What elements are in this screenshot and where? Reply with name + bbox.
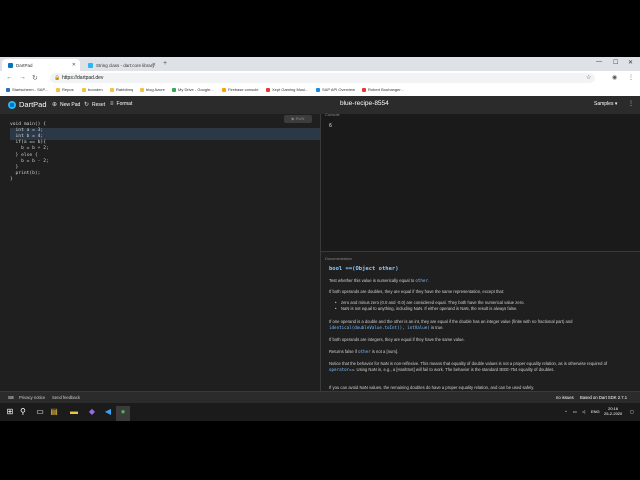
code-text[interactable]: void main() { int a = 3; int b = 4; if(a… xyxy=(10,116,320,183)
code-line: if(a == b){ xyxy=(10,140,46,146)
browser-tab-strip: DartPad ✕ String class - dart:core libra… xyxy=(0,57,640,71)
samples-dropdown[interactable]: Samples ▾ xyxy=(594,101,617,107)
dartpad-logo-icon xyxy=(8,101,16,109)
bookmark-item[interactable]: Rabbitmq xyxy=(110,87,133,92)
notifications-icon[interactable]: ▢ xyxy=(630,409,634,414)
back-icon[interactable]: ← xyxy=(6,74,13,81)
bookmark-item[interactable]: Repos xyxy=(56,87,74,92)
format-icon: ≡ xyxy=(110,101,114,107)
clock-date: 25-2-2020 xyxy=(604,411,623,416)
tray-arrow-icon[interactable]: ^ xyxy=(565,409,567,414)
tab-string-class[interactable]: String class - dart:core library - Dart … xyxy=(82,59,160,71)
file-explorer-icon[interactable]: ▬ xyxy=(68,406,80,418)
visual-studio-icon[interactable]: ◆ xyxy=(86,406,98,418)
documentation-label: Documentation xyxy=(325,256,352,261)
chrome-icon[interactable]: ● xyxy=(117,406,129,418)
bookmark-star-icon[interactable]: ☆ xyxy=(586,74,591,81)
doc-code-link[interactable]: other xyxy=(415,278,428,283)
account-icon[interactable]: ◉ xyxy=(612,74,617,81)
minimize-icon[interactable]: — xyxy=(596,59,602,65)
code-line: void main() { xyxy=(10,122,46,128)
dartpad-favicon-icon xyxy=(8,62,13,68)
bookmark-item[interactable]: blog Azure xyxy=(140,87,165,92)
sdk-version: Based on Dart SDK 2.7.1 xyxy=(580,395,628,400)
doc-paragraph: If one operand is a double and the other… xyxy=(329,319,573,330)
dartpad-header: DartPad ⊕ New Pad ↻ Reset ≡ Format blue-rec… xyxy=(0,96,640,115)
code-line: print(b); xyxy=(10,170,41,176)
bookmark-item[interactable]: boorden xyxy=(82,87,103,92)
bookmark-item[interactable]: My Drive - Google... xyxy=(172,87,214,92)
bookmark-item[interactable]: SAP API Overview xyxy=(316,87,355,92)
bookmark-item[interactable]: Startscherm - SAP... xyxy=(6,87,48,92)
format-button[interactable]: ≡ Format xyxy=(110,101,132,107)
run-button[interactable]: ▶ RUN xyxy=(284,115,312,123)
code-line: b = b - 2; xyxy=(10,158,49,164)
doc-title: bool ==(Object other) xyxy=(329,266,399,272)
keyboard-icon[interactable]: ⌨ xyxy=(8,395,14,400)
tab-title: DartPad xyxy=(16,62,33,68)
reset-button[interactable]: ↻ Reset xyxy=(84,101,105,109)
doc-paragraph: If both operands are integers, they are … xyxy=(329,337,465,342)
doc-list-item: zero and minus zero (0.0 and -0.0) are c… xyxy=(335,300,631,306)
new-tab-button[interactable]: + xyxy=(163,60,167,67)
code-line: b = b + 2; xyxy=(10,146,49,152)
more-options-icon[interactable]: ⋮ xyxy=(628,100,634,107)
windows-start-icon[interactable]: ⊞ xyxy=(4,406,16,418)
notes-app-icon[interactable]: ▤ xyxy=(48,406,60,418)
add-icon: ⊕ xyxy=(52,102,58,108)
console-panel xyxy=(321,114,640,251)
doc-code-link[interactable]: other xyxy=(358,349,371,354)
close-tab-icon[interactable]: ✕ xyxy=(72,62,76,68)
dart-docs-favicon-icon xyxy=(88,62,93,68)
close-tab-icon[interactable]: ✕ xyxy=(152,62,156,68)
menu-icon[interactable]: ⋮ xyxy=(628,74,634,81)
code-line: } else { xyxy=(10,152,38,158)
volume-icon[interactable]: ◁ xyxy=(582,409,585,414)
app-title: DartPad xyxy=(19,100,47,109)
doc-code-link[interactable]: operator== xyxy=(329,367,354,372)
console-output: 6 xyxy=(329,123,333,129)
lock-icon: 🔒 xyxy=(54,75,61,81)
code-line-highlighted: int b = 4; xyxy=(10,134,320,141)
refresh-icon: ↻ xyxy=(84,102,90,108)
reload-icon[interactable]: ↻ xyxy=(32,74,38,82)
url-input[interactable]: 🔒 https://dartpad.dev xyxy=(50,73,595,83)
feedback-link[interactable]: Send feedback xyxy=(52,395,80,400)
bookmark-item[interactable]: Firebase console xyxy=(222,87,258,92)
language-indicator[interactable]: ENG xyxy=(591,409,600,414)
system-clock[interactable]: 20:16 25-2-2020 xyxy=(604,406,622,416)
pad-name: blue-recipe-8554 xyxy=(340,100,389,107)
doc-paragraph: If you can avoid NaN values, the remaini… xyxy=(329,385,535,390)
issues-status: no issues xyxy=(556,395,574,400)
tab-title: String class - dart:core library - Dart … xyxy=(96,62,154,68)
new-pad-button[interactable]: ⊕ New Pad xyxy=(52,101,80,109)
tab-dartpad[interactable]: DartPad ✕ xyxy=(2,59,80,71)
privacy-link[interactable]: Privacy notice xyxy=(19,395,45,400)
bookmark-item[interactable]: Robert Bouhanger... xyxy=(362,87,404,92)
close-window-icon[interactable]: ✕ xyxy=(628,59,633,66)
code-line: } xyxy=(10,176,13,182)
maximize-icon[interactable]: ☐ xyxy=(613,59,618,66)
bookmark-item[interactable]: Xept Gaming Musi... xyxy=(266,87,308,92)
doc-paragraph: Returns false if other is not a [num]. xyxy=(329,349,399,354)
address-bar: ← → ↻ 🔒 https://dartpad.dev ☆ ◉ ⋮ xyxy=(0,71,640,86)
network-icon[interactable]: ▭ xyxy=(573,409,577,414)
doc-paragraph: If both operands are doubles, they are e… xyxy=(329,289,505,294)
forward-icon[interactable]: → xyxy=(19,74,26,81)
vscode-icon[interactable]: ◀ xyxy=(102,406,114,418)
url-text: https://dartpad.dev xyxy=(62,75,104,81)
search-icon[interactable]: ⚲ xyxy=(20,407,26,416)
console-label: Console xyxy=(325,112,340,117)
doc-paragraph: Notice that the behavior for NaN is non-… xyxy=(329,361,608,372)
code-line: } xyxy=(10,164,19,170)
task-view-icon[interactable]: ▭ xyxy=(34,406,46,418)
doc-code-link[interactable]: identical(doubleValue.toInt(), intValue) xyxy=(329,325,430,330)
windows-taskbar: ⊞ ⚲ ▭ ▤ ▬ ◆ ◀ ● ^ ▭ ◁ ENG 20:16 25-2-202… xyxy=(0,403,640,421)
doc-paragraph: Test whether this value is numerically e… xyxy=(329,278,430,283)
doc-list-item: NaN is not equal to anything, including … xyxy=(335,306,631,312)
